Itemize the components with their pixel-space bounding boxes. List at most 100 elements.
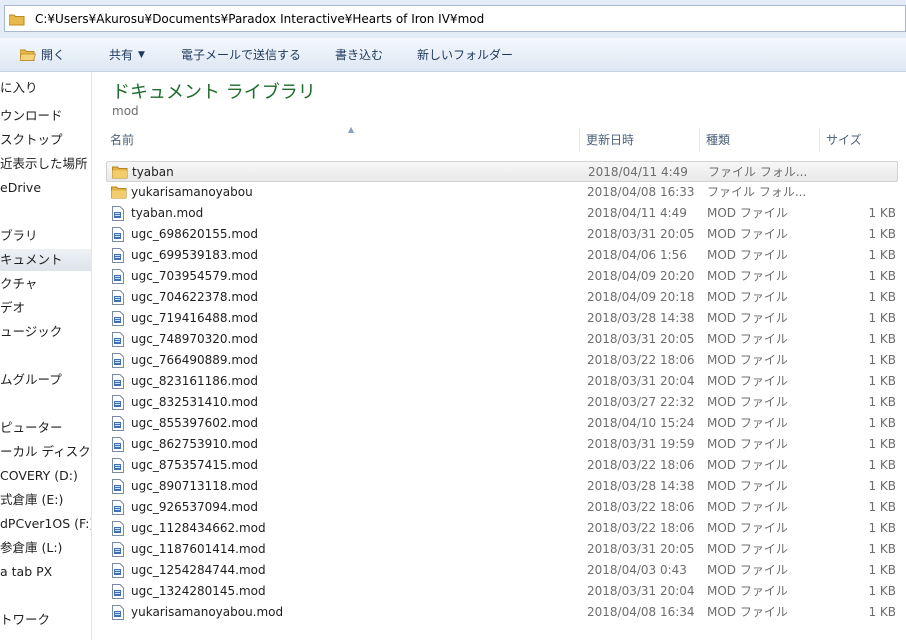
file-date: 2018/04/11 4:49: [588, 165, 688, 179]
file-name: yukarisamanoyabou.mod: [131, 605, 284, 619]
file-size: 1 KB: [868, 605, 896, 619]
file-size: 1 KB: [868, 374, 896, 388]
file-size: 1 KB: [868, 332, 896, 346]
file-size: 1 KB: [868, 563, 896, 577]
email-button[interactable]: 電子メールで送信する: [173, 42, 309, 68]
file-name: ugc_832531410.mod: [131, 395, 258, 409]
table-row[interactable]: ugc_766490889.mod 2018/03/22 18:06 MOD ファイ…: [106, 350, 898, 371]
nav-item-pictures[interactable]: クチャ: [0, 273, 91, 295]
file-date: 2018/03/31 20:05: [587, 542, 695, 556]
file-type: MOD ファイル: [707, 605, 788, 619]
column-header-name[interactable]: 名前: [104, 128, 580, 152]
file-type: MOD ファイル: [707, 458, 788, 472]
file-date: 2018/03/22 18:06: [587, 500, 695, 514]
file-name: ugc_890713118.mod: [131, 479, 258, 493]
table-row[interactable]: ugc_703954579.mod 2018/04/09 20:20 MOD ファイ…: [106, 266, 898, 287]
nav-item-videos[interactable]: デオ: [0, 297, 91, 319]
file-icon: [111, 374, 127, 389]
table-row[interactable]: ugc_1128434662.mod 2018/03/22 18:06 MOD ファ…: [106, 518, 898, 539]
file-size: 1 KB: [868, 206, 896, 220]
table-row[interactable]: ugc_1187601414.mod 2018/03/31 20:05 MOD ファ…: [106, 539, 898, 560]
nav-item-drive-l[interactable]: 参倉庫 (L:): [0, 537, 91, 559]
nav-item-recent-places[interactable]: 近表示した場所: [0, 153, 91, 175]
nav-item-favorites[interactable]: に入り: [0, 77, 91, 99]
table-row[interactable]: ugc_719416488.mod 2018/03/28 14:38 MOD ファイ…: [106, 308, 898, 329]
file-date: 2018/04/08 16:33: [587, 185, 695, 199]
file-date: 2018/03/31 20:05: [587, 227, 695, 241]
file-size: 1 KB: [868, 458, 896, 472]
nav-item-desktop[interactable]: スクトップ: [0, 129, 91, 151]
file-size: 1 KB: [868, 500, 896, 514]
file-name: ugc_766490889.mod: [131, 353, 258, 367]
file-name: ugc_719416488.mod: [131, 311, 258, 325]
nav-item-recovery-d[interactable]: COVERY (D:): [0, 465, 91, 487]
file-icon: [111, 227, 127, 242]
file-date: 2018/03/31 20:04: [587, 584, 695, 598]
nav-item-drive-f[interactable]: dPCver1OS (F:): [0, 513, 91, 535]
file-date: 2018/03/31 20:04: [587, 374, 695, 388]
column-header-type[interactable]: 種類: [700, 128, 820, 152]
table-row[interactable]: yukarisamanoyabou.mod 2018/04/08 16:34 MOD…: [106, 602, 898, 623]
nav-item-onedrive[interactable]: eDrive: [0, 177, 91, 199]
table-row[interactable]: ugc_855397602.mod 2018/04/10 15:24 MOD ファイ…: [106, 413, 898, 434]
table-row[interactable]: ugc_1324280145.mod 2018/03/31 20:04 MOD ファ…: [106, 581, 898, 602]
nav-item-homegroup[interactable]: ムグループ: [0, 369, 91, 391]
nav-item-local-disk-c[interactable]: ーカル ディスク (: [0, 441, 91, 463]
address-bar: C:¥Users¥Akurosu¥Documents¥Paradox Inter…: [0, 0, 906, 38]
nav-item-libraries[interactable]: ブラリ: [0, 225, 91, 247]
nav-item-network[interactable]: トワーク: [0, 609, 91, 631]
nav-item-documents[interactable]: キュメント: [0, 249, 91, 271]
column-header-size[interactable]: サイズ: [820, 128, 906, 152]
file-date: 2018/03/22 18:06: [587, 353, 695, 367]
table-row[interactable]: ugc_704622378.mod 2018/04/09 20:18 MOD ファイ…: [106, 287, 898, 308]
nav-item-computer[interactable]: ピューター: [0, 417, 91, 439]
file-date: 2018/04/09 20:18: [587, 290, 695, 304]
file-date: 2018/04/10 15:24: [587, 416, 695, 430]
share-button[interactable]: 共有 ▼: [101, 42, 153, 68]
table-row[interactable]: ugc_862753910.mod 2018/03/31 19:59 MOD ファイ…: [106, 434, 898, 455]
table-row[interactable]: tyaban.mod 2018/04/11 4:49 MOD ファイル 1 KB: [106, 203, 898, 224]
file-type: MOD ファイル: [707, 269, 788, 283]
nav-item-downloads[interactable]: ウンロード: [0, 105, 91, 127]
file-type: MOD ファイル: [707, 500, 788, 514]
table-row[interactable]: ugc_875357415.mod 2018/03/22 18:06 MOD ファイ…: [106, 455, 898, 476]
file-icon: [111, 269, 127, 284]
file-size: 1 KB: [868, 542, 896, 556]
file-type: MOD ファイル: [707, 248, 788, 262]
file-icon: [111, 248, 127, 263]
nav-item-music[interactable]: ュージック: [0, 321, 91, 343]
table-row[interactable]: ugc_890713118.mod 2018/03/28 14:38 MOD ファイ…: [106, 476, 898, 497]
file-icon: [111, 479, 127, 494]
content-pane: ドキュメント ライブラリ mod ▲ 名前 更新日時 種類 サイズ tyaban…: [92, 72, 906, 640]
file-list: tyaban 2018/04/11 4:49 ファイル フォル... yukarisa…: [106, 161, 898, 623]
table-row[interactable]: ugc_748970320.mod 2018/03/31 20:05 MOD ファイ…: [106, 329, 898, 350]
table-row[interactable]: tyaban 2018/04/11 4:49 ファイル フォル...: [106, 161, 898, 182]
burn-button[interactable]: 書き込む: [327, 42, 391, 68]
file-date: 2018/04/08 16:34: [587, 605, 695, 619]
file-name: ugc_698620155.mod: [131, 227, 258, 241]
nav-item-tab-px[interactable]: a tab PX: [0, 561, 91, 583]
folder-icon: [112, 165, 128, 180]
file-type: MOD ファイル: [707, 395, 788, 409]
column-header-date[interactable]: 更新日時: [580, 128, 700, 152]
open-folder-icon: [19, 48, 37, 62]
table-row[interactable]: ugc_699539183.mod 2018/04/06 1:56 MOD ファイル…: [106, 245, 898, 266]
file-name: ugc_703954579.mod: [131, 269, 258, 283]
open-button[interactable]: 開く: [12, 42, 73, 68]
table-row[interactable]: ugc_832531410.mod 2018/03/27 22:32 MOD ファイ…: [106, 392, 898, 413]
table-row[interactable]: ugc_926537094.mod 2018/03/22 18:06 MOD ファイ…: [106, 497, 898, 518]
table-row[interactable]: ugc_823161186.mod 2018/03/31 20:04 MOD ファイ…: [106, 371, 898, 392]
new-folder-button[interactable]: 新しいフォルダー: [409, 42, 521, 68]
table-row[interactable]: ugc_698620155.mod 2018/03/31 20:05 MOD ファイ…: [106, 224, 898, 245]
address-field[interactable]: C:¥Users¥Akurosu¥Documents¥Paradox Inter…: [4, 5, 906, 32]
nav-item-drive-e[interactable]: 式倉庫 (E:): [0, 489, 91, 511]
column-header-row: ▲ 名前 更新日時 種類 サイズ: [104, 125, 906, 152]
file-size: 1 KB: [868, 311, 896, 325]
file-name: ugc_1254284744.mod: [131, 563, 266, 577]
file-icon: [111, 500, 127, 515]
open-label: 開く: [41, 48, 66, 62]
library-subtitle: mod: [112, 104, 139, 118]
table-row[interactable]: ugc_1254284744.mod 2018/04/03 0:43 MOD ファイ…: [106, 560, 898, 581]
table-row[interactable]: yukarisamanoyabou 2018/04/08 16:33 ファイル フォ…: [106, 182, 898, 203]
address-path: C:¥Users¥Akurosu¥Documents¥Paradox Inter…: [35, 11, 485, 26]
